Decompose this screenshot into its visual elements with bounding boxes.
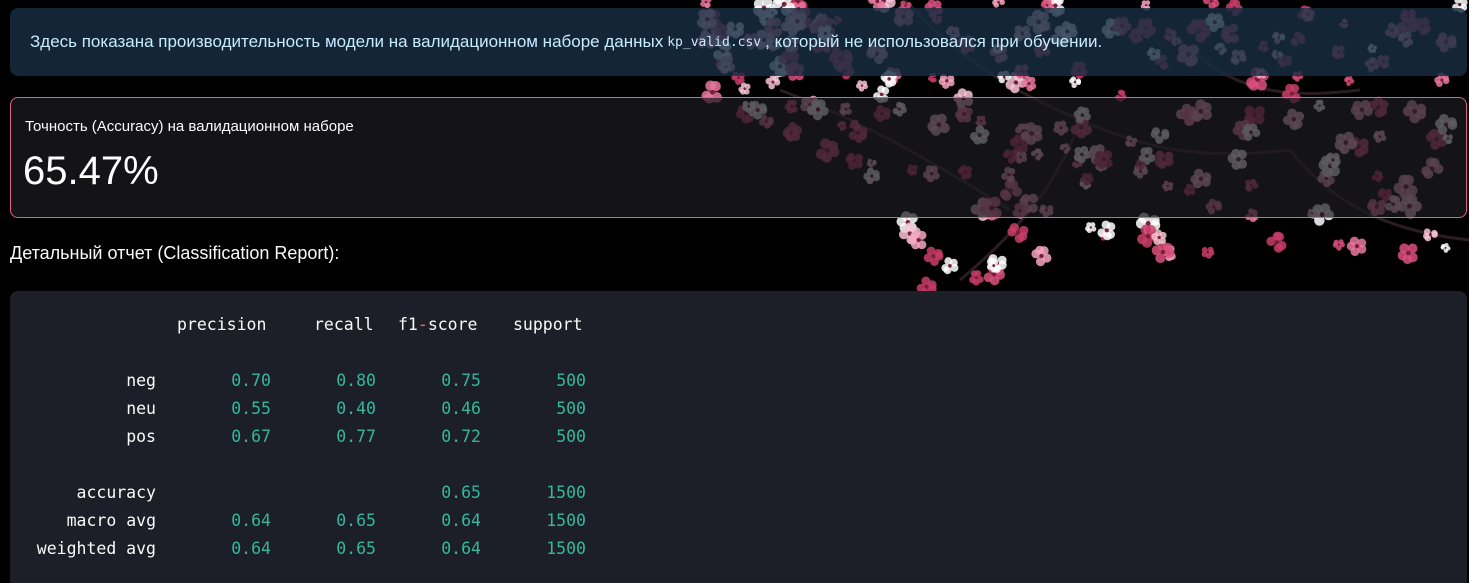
row-recall-value: 0.80: [336, 371, 376, 390]
row-f1-value: 0.65: [441, 483, 481, 502]
blossom-flower: [700, 0, 712, 9]
header-f1-dash: -: [417, 315, 428, 334]
row-f1-value: 0.46: [441, 399, 481, 418]
blossom-flower: [1423, 228, 1438, 242]
row-label: accuracy: [76, 483, 156, 502]
blossom-flower: [1332, 239, 1345, 251]
blossom-flower: [992, 0, 1005, 8]
row-precision-value: 0.55: [231, 399, 271, 418]
blossom-flower: [923, 246, 944, 266]
info-text-after: , который не использовался при обучении.: [765, 32, 1103, 51]
row-support-value: 1500: [546, 539, 586, 558]
row-precision-value: 0.70: [231, 371, 271, 390]
header-precision: precision: [177, 315, 267, 334]
report-heading: Детальный отчет (Classification Report):: [10, 243, 340, 263]
blossom-flower: [1344, 76, 1355, 87]
row-f1-value: 0.64: [441, 539, 481, 558]
row-support-value: 500: [556, 371, 586, 390]
row-precision-value: 0.64: [231, 539, 271, 558]
blossom-flower: [1266, 231, 1287, 253]
header-f1-suffix: score: [427, 315, 478, 334]
row-recall-value: 0.65: [336, 539, 376, 558]
blossom-flower: [1007, 223, 1029, 244]
blossom-flower: [1021, 75, 1037, 92]
row-support-value: 500: [556, 399, 586, 418]
metric-label: Точность (Accuracy) на валидационном наб…: [25, 118, 354, 135]
header-f1-score: f1-score: [398, 315, 477, 335]
header-support: support: [513, 315, 583, 334]
row-label: pos: [126, 427, 156, 446]
row-label: neg: [126, 371, 156, 390]
accuracy-metric-card: Точность (Accuracy) на валидационном наб…: [10, 97, 1467, 218]
row-support-value: 1500: [546, 511, 586, 530]
blossom-flower: [969, 270, 984, 286]
blossom-flower: [1397, 243, 1418, 265]
blossom-flower: [738, 82, 751, 95]
blossom-flower: [908, 230, 927, 250]
blossom-flower: [941, 257, 959, 275]
row-f1-value: 0.72: [441, 427, 481, 446]
row-recall-value: 0.40: [336, 399, 376, 418]
blossom-flower: [855, 80, 868, 92]
row-precision-value: 0.67: [231, 427, 271, 446]
row-label: macro avg: [66, 511, 156, 530]
row-recall-value: 0.65: [336, 511, 376, 530]
blossom-flower: [1440, 242, 1451, 253]
info-text-before: Здесь показана производительность модели…: [30, 32, 664, 51]
blossom-flower: [1031, 245, 1052, 267]
blossom-flower: [1201, 246, 1215, 259]
row-f1-value: 0.64: [441, 511, 481, 530]
classification-report-code-block: precision recall f1-score support neg 0.7…: [10, 291, 1467, 583]
row-f1-value: 0.75: [441, 371, 481, 390]
info-alert: Здесь показана производительность модели…: [10, 8, 1467, 76]
row-precision-value: 0.64: [231, 511, 271, 530]
blossom-flower: [938, 73, 955, 89]
dataset-filename: kp_valid.csv: [667, 34, 762, 50]
blossom-flower: [1085, 222, 1097, 234]
row-support-value: 1500: [546, 483, 586, 502]
row-label: neu: [126, 399, 156, 418]
header-f1-prefix: f1: [398, 315, 418, 334]
header-recall: recall: [314, 315, 374, 334]
row-recall-value: 0.77: [336, 427, 376, 446]
metric-value: 65.47%: [23, 149, 159, 193]
row-support-value: 500: [556, 427, 586, 446]
row-label: weighted avg: [36, 539, 156, 558]
blossom-flower: [1346, 236, 1367, 257]
